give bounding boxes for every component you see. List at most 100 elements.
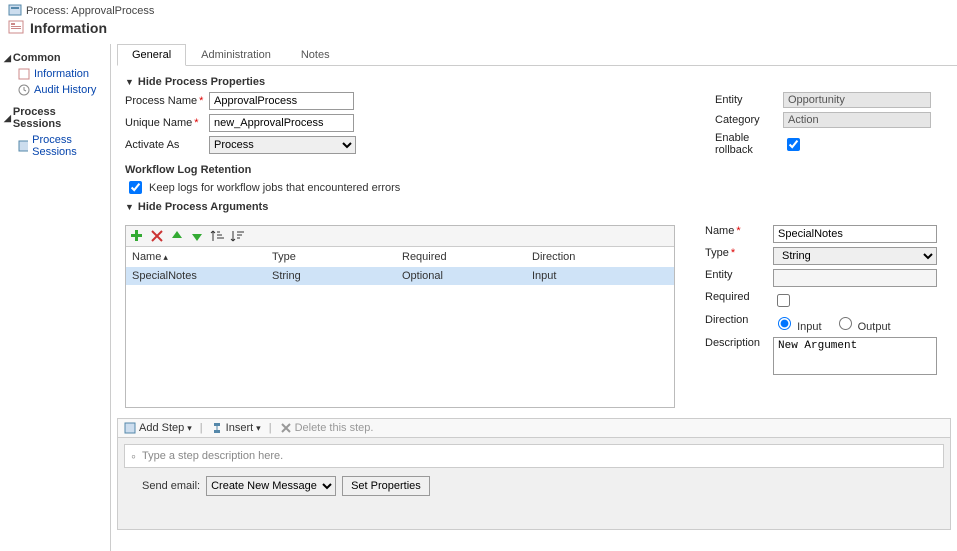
entity-label: Entity [715,94,775,106]
step-desc-placeholder: Type a step description here. [142,450,283,462]
sort-asc-icon[interactable] [210,229,224,243]
arg-entity-input [773,269,937,287]
delete-step-button[interactable]: Delete this step. [280,422,374,434]
sidebar-group-common[interactable]: ◢ Common [4,50,106,66]
col-direction[interactable]: Direction [532,251,668,263]
unique-name-label: Unique Name* [125,117,205,129]
keep-logs-checkbox[interactable] [129,181,142,194]
info-icon [8,20,24,36]
log-retention-heading: Workflow Log Retention [125,164,400,176]
arg-required-checkbox[interactable] [777,294,790,307]
activate-as-label: Activate As [125,139,205,151]
process-name-input[interactable] [209,92,354,110]
grid-toolbar [126,226,674,247]
steps-body: ◦ Type a step description here. Send ema… [117,438,951,530]
header-title: Information [8,18,949,40]
sidebar-item-label: Process Sessions [32,134,106,158]
category-value: Action [783,112,931,128]
chevron-down-icon: ▼ [125,77,134,87]
insert-icon [211,422,223,434]
header: Process: ApprovalProcess Information [0,0,957,44]
tab-notes[interactable]: Notes [286,44,345,65]
arg-direction-radios: Input Output [773,314,943,333]
cell-type: String [272,270,402,282]
arg-direction-label: Direction [705,314,765,326]
delete-icon[interactable] [150,229,164,243]
add-step-button[interactable]: Add Step ▾ [124,422,192,434]
process-icon [8,4,22,18]
sidebar-group-sessions[interactable]: ◢ Process Sessions [4,104,106,132]
step-description[interactable]: ◦ Type a step description here. [124,444,944,468]
argument-form: Name* Type* String Entity Required Direc… [705,225,943,375]
keep-logs-label: Keep logs for workflow jobs that encount… [149,182,400,194]
properties-right: Entity Opportunity Category Action Enabl… [715,92,933,156]
keep-logs-row: Keep logs for workflow jobs that encount… [125,178,400,197]
main: ◢ Common Information Audit History ◢ Pro… [0,44,957,551]
set-properties-button[interactable]: Set Properties [342,476,430,496]
arg-required-label: Required [705,291,765,303]
add-step-icon [124,422,136,434]
chevron-down-icon: ◢ [4,113,11,124]
move-up-icon[interactable] [170,229,184,243]
enable-rollback-label: Enable rollback [715,132,775,156]
activate-as-select[interactable]: Process [209,136,356,154]
grid-body: SpecialNotes String Optional Input [126,267,674,407]
doc-icon [18,68,30,80]
move-down-icon[interactable] [190,229,204,243]
add-icon[interactable] [130,229,144,243]
page-title: Information [30,20,107,36]
col-required[interactable]: Required [402,251,532,263]
chevron-down-icon: ◢ [4,53,11,64]
collapse-properties[interactable]: ▼ Hide Process Properties [125,76,943,92]
sidebar-item-label: Audit History [34,84,96,96]
tab-general[interactable]: General [117,44,186,66]
chevron-down-icon: ▼ [125,202,134,212]
cell-name: SpecialNotes [132,270,272,282]
sidebar-item-information[interactable]: Information [4,66,106,82]
arguments-body: Name▴ Type Required Direction SpecialNot… [111,221,957,418]
arg-description-input[interactable] [773,337,937,375]
enable-rollback-checkbox[interactable] [787,138,800,151]
arg-type-label: Type* [705,247,765,259]
properties-body: Process Name* Unique Name* Activate As P… [125,92,943,197]
step-send-email: Send email: Create New Message Set Prope… [124,468,944,504]
sessions-icon [18,140,28,152]
sidebar: ◢ Common Information Audit History ◢ Pro… [0,44,111,551]
category-label: Category [715,114,775,126]
arg-type-select[interactable]: String [773,247,937,265]
content: General Administration Notes ▼ Hide Proc… [111,44,957,551]
col-type[interactable]: Type [272,251,402,263]
insert-button[interactable]: Insert ▾ [211,422,261,434]
delete-step-icon [280,422,292,434]
header-process-line: Process: ApprovalProcess [8,4,949,18]
chevron-down-icon: ▾ [256,423,261,434]
direction-output-option[interactable]: Output [834,314,891,333]
entity-value: Opportunity [783,92,931,108]
tab-administration[interactable]: Administration [186,44,286,65]
arg-entity-label: Entity [705,269,765,281]
sort-desc-icon[interactable] [230,229,244,243]
table-row[interactable]: SpecialNotes String Optional Input [126,267,674,285]
collapse-arguments[interactable]: ▼ Hide Process Arguments [125,201,943,217]
process-name-label: Process Name* [125,95,205,107]
sidebar-item-audit-history[interactable]: Audit History [4,82,106,98]
arg-name-input[interactable] [773,225,937,243]
col-name[interactable]: Name▴ [132,251,272,263]
grid-header-row: Name▴ Type Required Direction [126,247,674,267]
sidebar-item-label: Information [34,68,89,80]
cell-required: Optional [402,270,532,282]
tabs: General Administration Notes [117,44,957,66]
unique-name-input[interactable] [209,114,354,132]
cell-direction: Input [532,270,668,282]
bullet-icon: ◦ [131,448,136,464]
properties-left: Process Name* Unique Name* Activate As P… [125,92,400,197]
history-icon [18,84,30,96]
direction-input-option[interactable]: Input [773,314,822,333]
arguments-grid: Name▴ Type Required Direction SpecialNot… [125,225,675,408]
process-line-text: Process: ApprovalProcess [26,5,154,17]
send-email-select[interactable]: Create New Message [206,476,336,496]
sidebar-item-process-sessions[interactable]: Process Sessions [4,132,106,160]
chevron-down-icon: ▾ [187,423,192,434]
separator: | [200,422,203,434]
arg-description-label: Description [705,337,765,349]
